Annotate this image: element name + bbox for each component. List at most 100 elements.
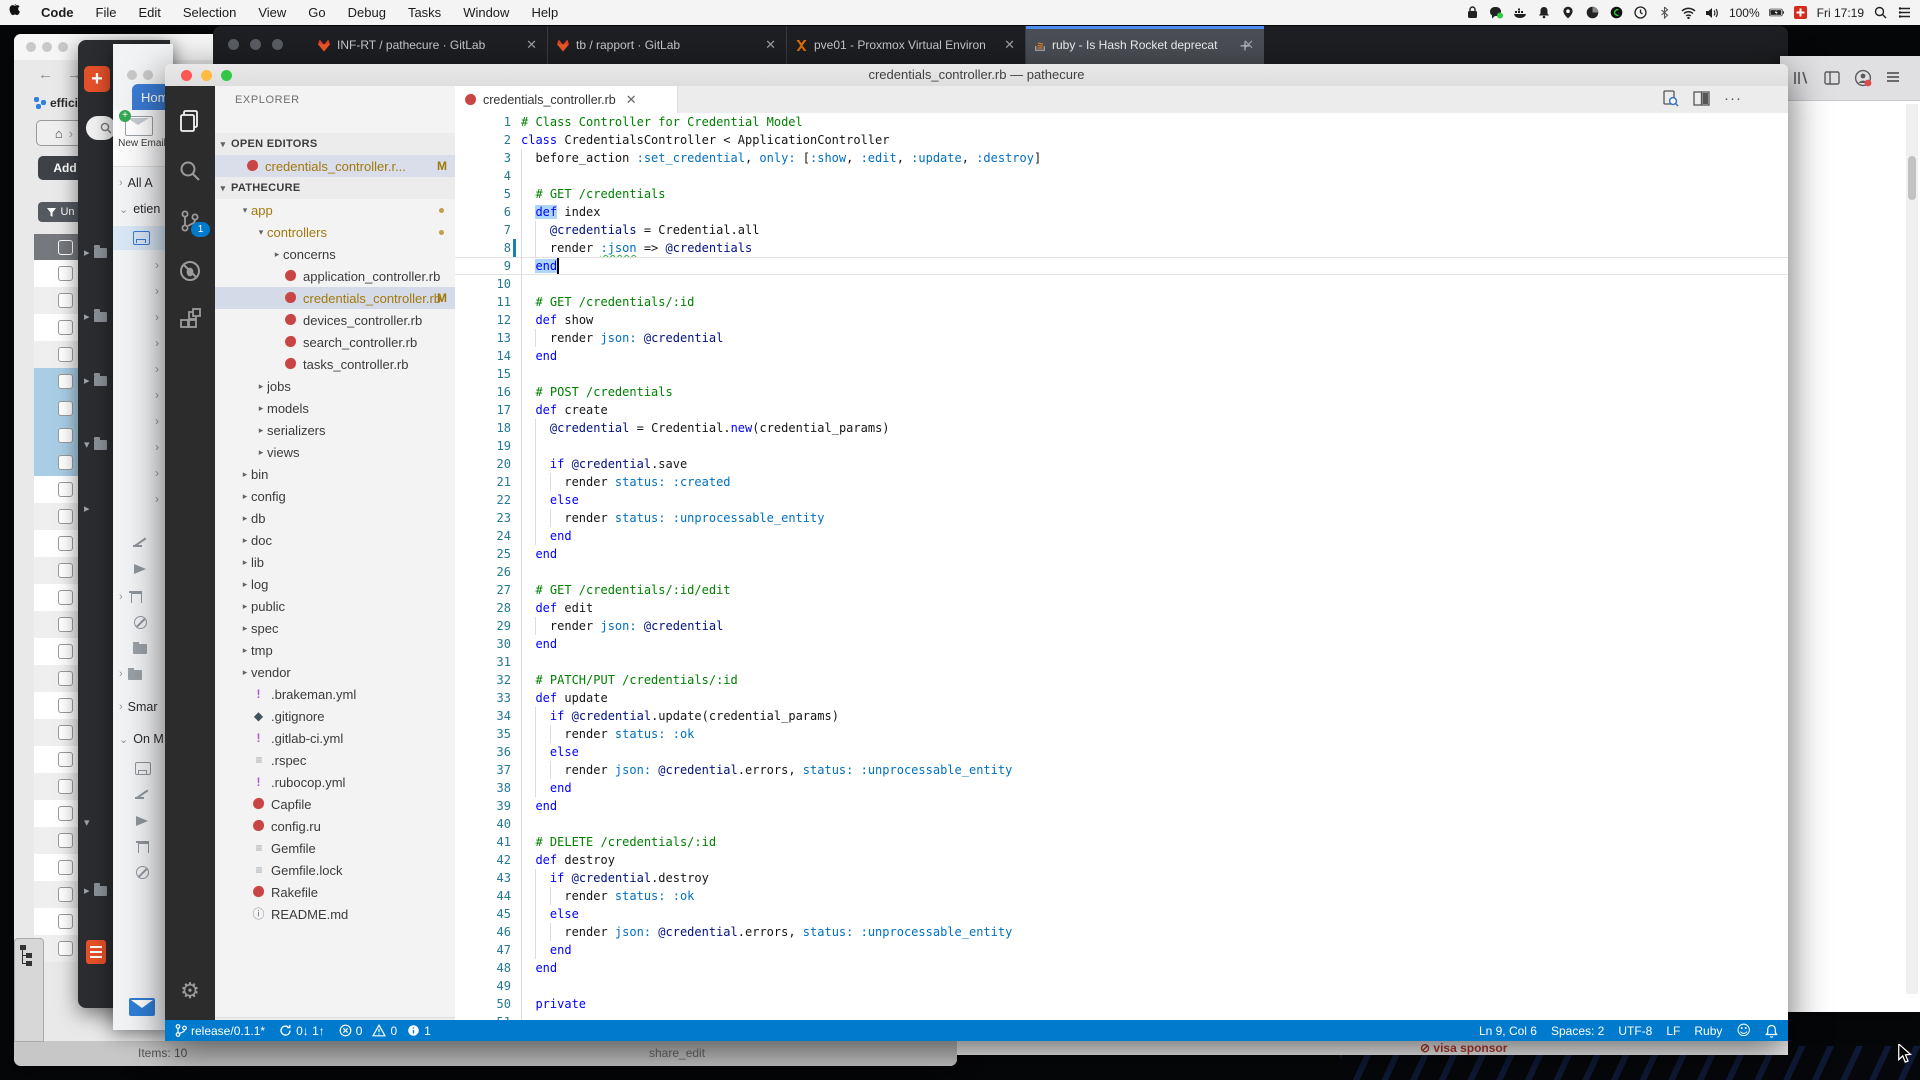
row-checkbox[interactable] [58,401,73,416]
tree-folder-doc[interactable]: ▸doc [215,529,455,551]
settings-gear-icon[interactable]: ⚙ [165,968,215,1014]
problems-indicator[interactable]: 0 0 1 [339,1024,431,1038]
code-line-7[interactable]: 7 @credentials = Credential.all [455,221,1788,239]
location-icon[interactable] [1561,5,1576,20]
window-zoom-icon[interactable] [58,42,68,52]
volume-icon[interactable] [1705,5,1720,20]
tree-folder-app[interactable]: ▾app [215,199,455,221]
row-checkbox[interactable] [58,536,73,551]
vscode-titlebar[interactable]: credentials_controller.rb — pathecure [165,64,1788,87]
row-checkbox[interactable] [58,644,73,659]
folder-expand-icon[interactable]: › [155,388,159,402]
folder-expand-icon[interactable]: › [155,258,159,272]
vscode-window[interactable]: credentials_controller.rb — pathecure 1 … [165,64,1788,1041]
menu-debug[interactable]: Debug [337,5,397,20]
tree-file--rspec[interactable]: ≡.rspec [215,749,455,771]
select-all-checkbox[interactable] [58,240,73,255]
tree-file-readme-md[interactable]: ⓘREADME.md [215,903,455,925]
window-zoom-icon[interactable] [272,39,283,50]
docker-icon[interactable] [1513,5,1528,20]
tree-file-capfile[interactable]: Capfile [215,793,455,815]
code-line-26[interactable]: 26 [455,563,1788,581]
row-checkbox[interactable] [58,455,73,470]
row-checkbox[interactable] [58,293,73,308]
code-line-19[interactable]: 19 [455,437,1788,455]
tree-folder-config[interactable]: ▸config [215,485,455,507]
chrome-window[interactable]: INF-RT / pathecure · GitLab✕tb / rapport… [213,26,1788,64]
row-checkbox[interactable] [58,725,73,740]
code-line-8[interactable]: 8 render :json => @credentials [455,239,1788,257]
orange-document-icon[interactable] [86,940,106,964]
row-checkbox[interactable] [58,833,73,848]
tree-file-gemfile-lock[interactable]: ≡Gemfile.lock [215,859,455,881]
row-checkbox[interactable] [58,671,73,686]
tree-file-devices-controller-rb[interactable]: devices_controller.rb [215,309,455,331]
folder-row[interactable]: ▸ [84,310,107,323]
tree-folder-views[interactable]: ▸views [215,441,455,463]
indentation[interactable]: Spaces: 2 [1551,1024,1604,1038]
row-checkbox[interactable] [58,347,73,362]
folder-row[interactable]: ▾ [84,816,90,829]
scrollbar-thumb[interactable] [1908,156,1916,200]
split-editor-icon[interactable] [1693,90,1710,112]
code-line-13[interactable]: 13 render json: @credential [455,329,1788,347]
code-line-2[interactable]: 2class CredentialsController < Applicati… [455,131,1788,149]
tree-folder-controllers[interactable]: ▾controllers [215,221,455,243]
folder-row[interactable]: ▸ [84,884,107,897]
code-line-48[interactable]: 48 end [455,959,1788,977]
background-email-window[interactable]: Home + New Email ›All A ⌄etien ›››››››››… [113,44,173,1030]
row-checkbox[interactable] [58,860,73,875]
code-line-1[interactable]: 1# Class Controller for Credential Model [455,113,1788,131]
code-line-34[interactable]: 34 if @credential.update(credential_para… [455,707,1788,725]
code-line-47[interactable]: 47 end [455,941,1788,959]
code-line-5[interactable]: 5 # GET /credentials [455,185,1788,203]
row-checkbox[interactable] [58,374,73,389]
apple-menu-icon[interactable] [0,4,30,22]
menubar-clock[interactable]: Fri 17:19 [1817,6,1864,20]
code-line-40[interactable]: 40 [455,815,1788,833]
extensions-icon[interactable] [165,298,215,344]
chat-icon[interactable] [1489,5,1504,20]
visa-sponsor-link[interactable]: ⊘ visa sponsor [1420,1041,1507,1055]
folder-row[interactable]: ▸ [84,246,107,259]
code-line-37[interactable]: 37 render json: @credential.errors, stat… [455,761,1788,779]
code-line-41[interactable]: 41 # DELETE /credentials/:id [455,833,1788,851]
menu-code[interactable]: Code [30,5,85,20]
code-line-38[interactable]: 38 end [455,779,1788,797]
code-line-6[interactable]: 6 def index [455,203,1788,221]
tree-file--rubocop-yml[interactable]: !.rubocop.yml [215,771,455,793]
org-chart-widget[interactable] [14,938,44,1042]
vpn-icon[interactable] [1609,5,1624,20]
code-line-33[interactable]: 33 def update [455,689,1788,707]
tree-folder-tmp[interactable]: ▸tmp [215,639,455,661]
code-line-28[interactable]: 28 def edit [455,599,1788,617]
row-checkbox[interactable] [58,509,73,524]
tree-folder-spec[interactable]: ▸spec [215,617,455,639]
tree-file-tasks-controller-rb[interactable]: tasks_controller.rb [215,353,455,375]
code-line-32[interactable]: 32 # PATCH/PUT /credentials/:id [455,671,1788,689]
code-line-42[interactable]: 42 def destroy [455,851,1788,869]
window-minimize-icon[interactable] [143,70,153,80]
eol[interactable]: LF [1666,1024,1680,1038]
tree-file-rakefile[interactable]: Rakefile [215,881,455,903]
code-line-3[interactable]: 3 before_action :set_credential, only: [… [455,149,1788,167]
code-line-20[interactable]: 20 if @credential.save [455,455,1788,473]
source-control-icon[interactable]: 1 [165,198,215,244]
project-section-header[interactable]: ▾PATHECURE [215,177,455,199]
new-item-tile[interactable]: + [84,66,110,92]
window-close-icon[interactable] [127,70,137,80]
close-tab-icon[interactable]: ✕ [524,37,539,53]
code-line-35[interactable]: 35 render status: :ok [455,725,1788,743]
code-line-51[interactable]: 51 [455,1013,1788,1020]
menu-edit[interactable]: Edit [127,5,171,20]
menu-icon[interactable] [1885,69,1903,87]
notification-center-icon[interactable] [1897,5,1912,20]
row-checkbox[interactable] [58,266,73,281]
code-line-29[interactable]: 29 render json: @credential [455,617,1788,635]
cursor-position[interactable]: Ln 9, Col 6 [1479,1024,1537,1038]
tree-file--gitignore[interactable]: ◆.gitignore [215,705,455,727]
row-checkbox[interactable] [58,914,73,929]
code-line-22[interactable]: 22 else [455,491,1788,509]
row-checkbox[interactable] [58,806,73,821]
tree-folder-public[interactable]: ▸public [215,595,455,617]
